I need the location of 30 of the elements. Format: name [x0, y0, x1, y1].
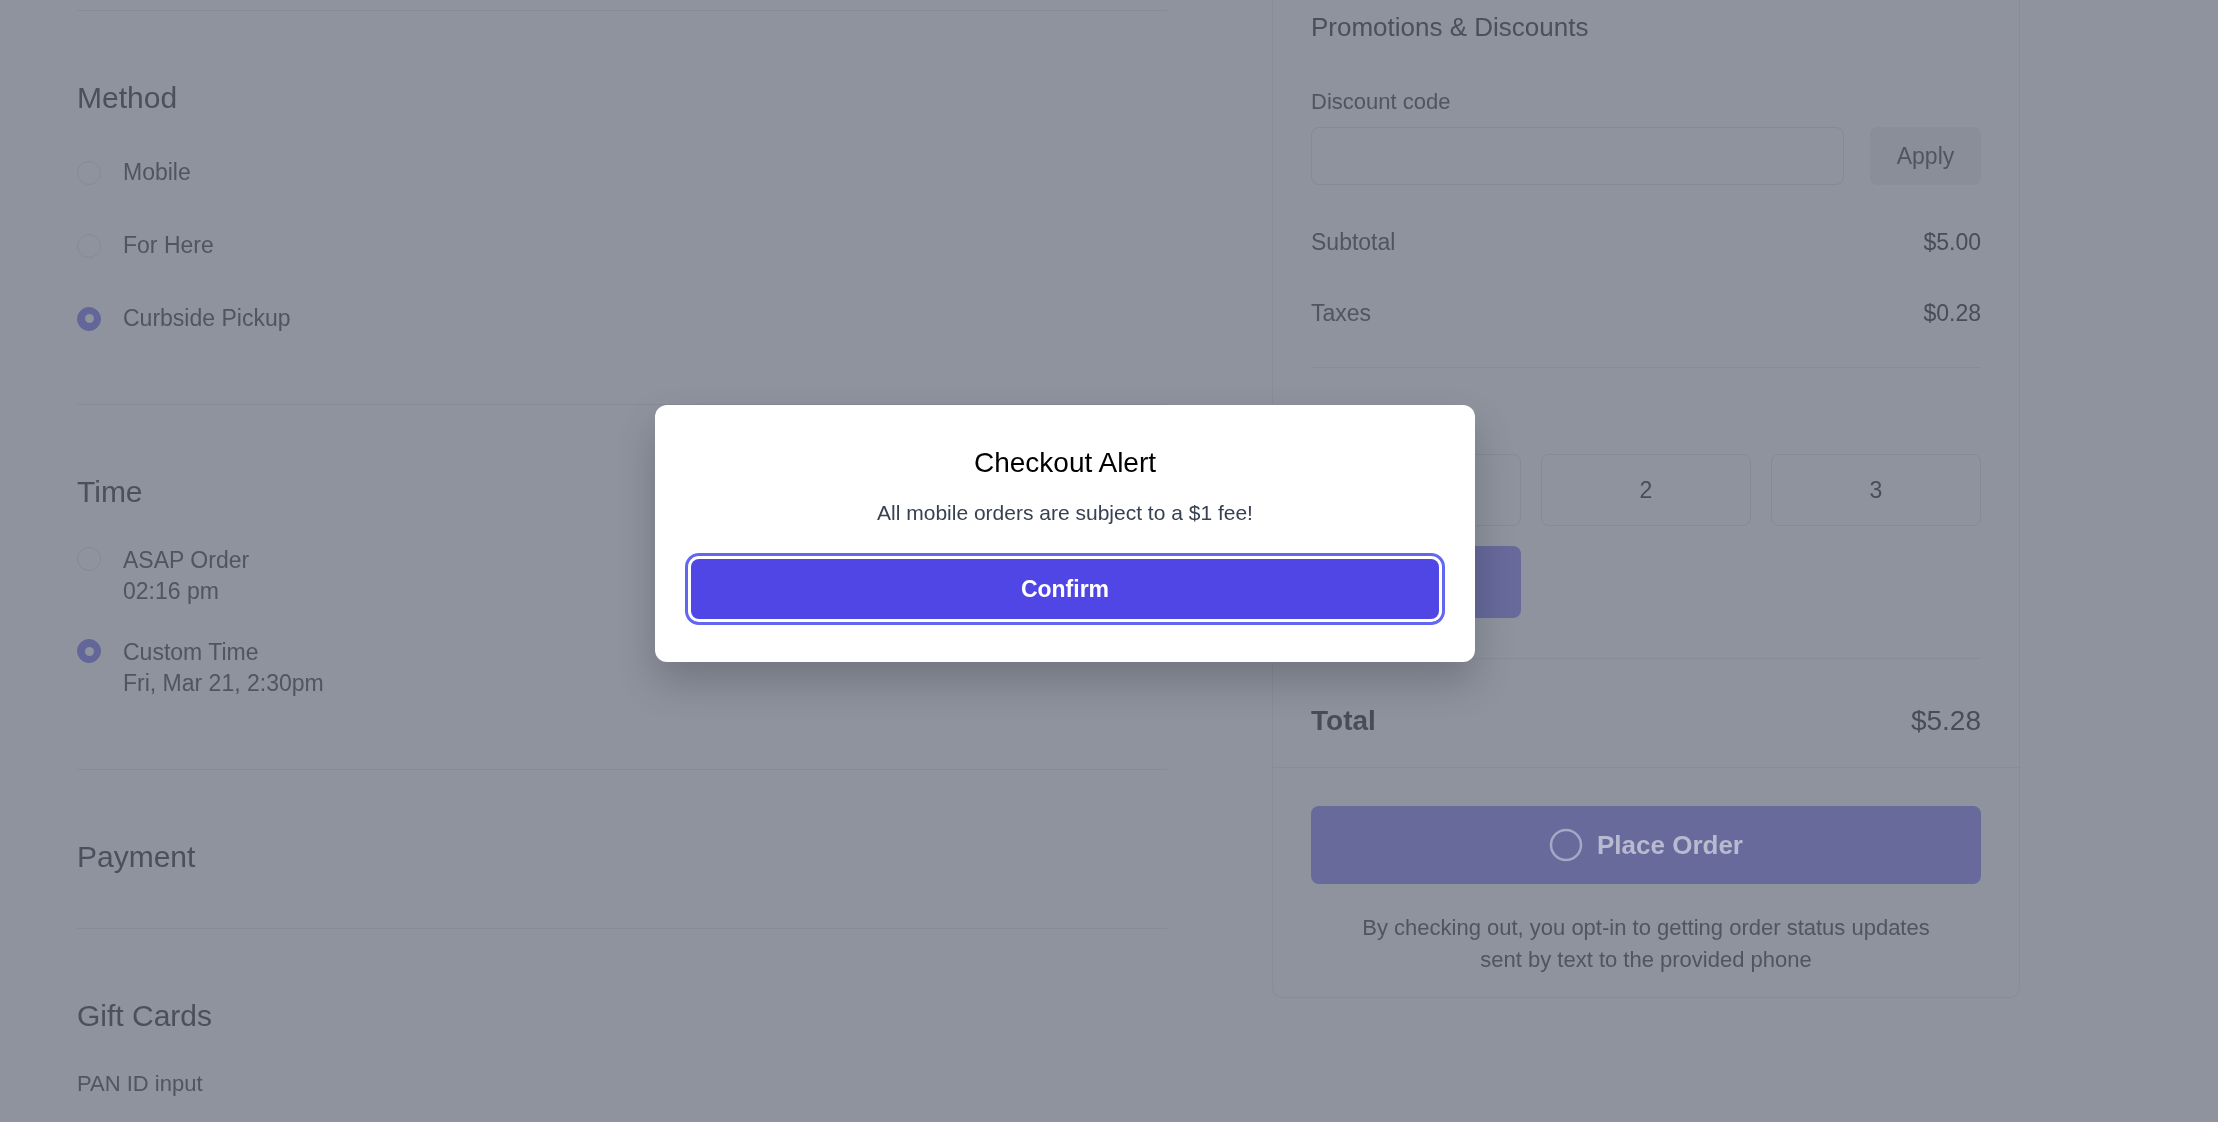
radio-button[interactable]: [77, 639, 101, 663]
total-amount: $5.28: [1910, 705, 1981, 737]
line-amount: $0.28: [1923, 300, 1981, 327]
line-label: Subtotal: [1311, 229, 1396, 256]
line-amount: $5.00: [1923, 229, 1981, 256]
consent-note: By checking out, you opt-in to getting order status updates sent by text to the provided phone: [1361, 914, 1931, 974]
section-heading: Payment: [77, 842, 196, 872]
line-label: Taxes: [1311, 300, 1372, 327]
section-heading: Time: [77, 477, 143, 507]
option-detail: 02:16 pm: [123, 578, 220, 605]
section-heading: Gift Cards: [77, 1001, 213, 1031]
apply-button[interactable]: Apply: [1870, 127, 1981, 185]
spinner-icon: [1549, 828, 1583, 862]
dialog-message: All mobile orders are subject to a $1 fee!: [877, 501, 1253, 525]
section-heading: Method: [77, 83, 178, 113]
field-label: Discount code: [1311, 89, 1452, 115]
card-heading: Promotions & Discounts: [1311, 12, 1590, 43]
radio-button[interactable]: [77, 306, 101, 331]
option-label: For Here: [123, 232, 214, 259]
option-label: Mobile: [123, 159, 191, 186]
dialog-title: Checkout Alert: [973, 447, 1157, 479]
option-label: Curbside Pickup: [123, 305, 291, 332]
option-label: Custom Time: [123, 639, 260, 666]
tip-button[interactable]: 2: [1541, 454, 1751, 526]
option-detail: Fri, Mar 21, 2:30pm: [123, 670, 324, 697]
place-order-button[interactable]: Place Order: [1311, 806, 1981, 884]
total-label: Total: [1311, 705, 1376, 737]
option-label: ASAP Order: [123, 547, 250, 574]
tip-button[interactable]: 3: [1771, 454, 1981, 526]
field-label: PAN ID input: [77, 1071, 204, 1097]
